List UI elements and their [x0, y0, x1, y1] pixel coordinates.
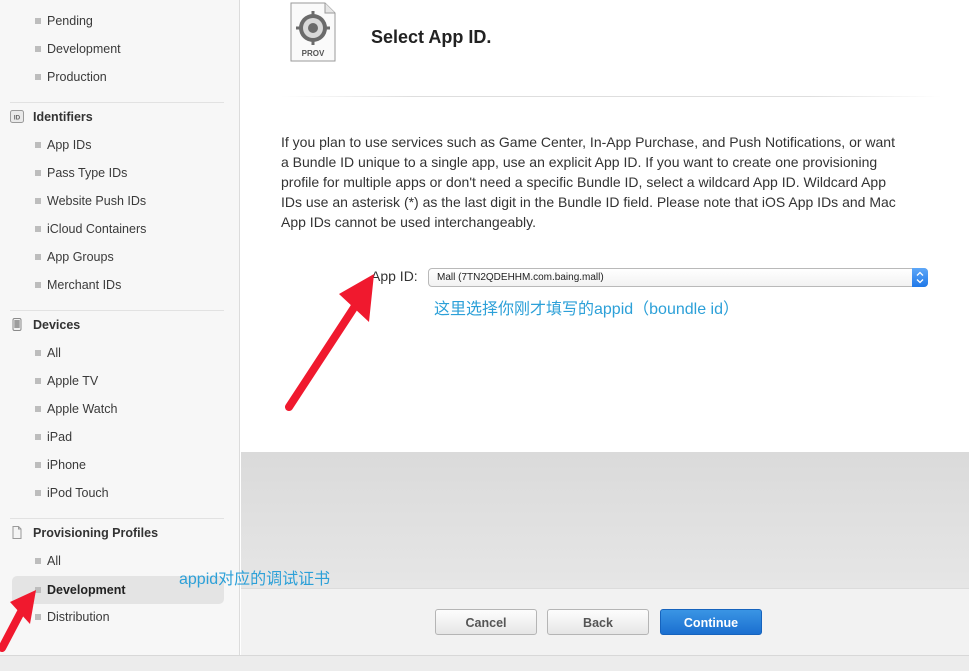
sidebar-item-development-cert[interactable]: Development — [12, 36, 224, 62]
sidebar-item-label: iPad — [47, 430, 73, 444]
sidebar-item-ipad[interactable]: iPad — [12, 424, 224, 450]
sidebar-item-label: iCloud Containers — [47, 222, 147, 236]
sidebar-item-icloud-containers[interactable]: iCloud Containers — [12, 216, 224, 242]
sidebar-item-label: Apple TV — [47, 374, 99, 388]
gray-band — [241, 452, 969, 588]
sidebar-header-label: Identifiers — [33, 110, 93, 124]
sidebar-item-label: Apple Watch — [47, 402, 118, 416]
bullet-icon — [35, 378, 41, 384]
bullet-icon — [35, 170, 41, 176]
title-divider — [281, 96, 941, 97]
bullet-icon — [35, 350, 41, 356]
bullet-icon — [35, 490, 41, 496]
provisioning-profile-icon: PROV — [290, 2, 336, 62]
bullet-icon — [35, 18, 41, 24]
phone-icon — [12, 318, 22, 331]
sidebar-header-identifiers: ID Identifiers — [10, 104, 225, 130]
annotation-dev-note: appid对应的调试证书 — [179, 571, 331, 588]
sidebar-item-merchant-ids[interactable]: Merchant IDs — [12, 272, 224, 298]
sidebar-item-label: iPhone — [47, 458, 86, 472]
bullet-icon — [35, 558, 41, 564]
sidebar-item-website-push-ids[interactable]: Website Push IDs — [12, 188, 224, 214]
sidebar-item-pass-type-ids[interactable]: Pass Type IDs — [12, 160, 224, 186]
sidebar-item-label: iPod Touch — [47, 486, 109, 500]
page-title: Select App ID. — [371, 27, 492, 47]
bullet-icon — [35, 434, 41, 440]
sidebar-item-label: Development — [47, 583, 126, 597]
bullet-icon — [35, 406, 41, 412]
bullet-icon — [35, 254, 41, 260]
sidebar-item-app-ids[interactable]: App IDs — [12, 132, 224, 158]
sidebar-item-label: Distribution — [47, 610, 110, 624]
bullet-icon — [35, 198, 41, 204]
red-arrow-annotation — [285, 274, 374, 411]
sidebar-header-provisioning-profiles: Provisioning Profiles — [10, 520, 225, 546]
back-button[interactable]: Back — [547, 609, 649, 635]
sidebar-item-label: Pass Type IDs — [47, 166, 128, 180]
sidebar-item-label: App IDs — [47, 138, 92, 152]
continue-button[interactable]: Continue — [660, 609, 762, 635]
sidebar-item-label: All — [47, 346, 61, 360]
sidebar-divider — [10, 310, 224, 311]
sidebar-header-label: Devices — [33, 318, 81, 332]
sidebar-item-iphone[interactable]: iPhone — [12, 452, 224, 478]
sidebar-item-apple-watch[interactable]: Apple Watch — [12, 396, 224, 422]
sidebar-item-label: Production — [47, 70, 107, 84]
sidebar-item-pending[interactable]: Pending — [12, 8, 224, 34]
id-badge-icon: ID — [10, 110, 24, 123]
main-content: PROV Select App ID. If you plan to use s… — [241, 0, 969, 671]
sidebar-item-label: App Groups — [47, 250, 114, 264]
bottom-strip — [0, 655, 969, 671]
svg-text:ID: ID — [14, 114, 21, 121]
bullet-icon — [35, 282, 41, 288]
sidebar-item-label: Pending — [47, 14, 93, 28]
sidebar-item-profiles-distribution[interactable]: Distribution — [12, 604, 224, 630]
annotation-appid-note: 这里选择你刚才填写的appid（boundle id） — [434, 301, 739, 318]
bullet-icon — [35, 226, 41, 232]
red-arrow-annotation — [0, 590, 36, 652]
bullet-icon — [35, 46, 41, 52]
bullet-icon — [35, 462, 41, 468]
sidebar-item-apple-tv[interactable]: Apple TV — [12, 368, 224, 394]
sidebar-item-label: Website Push IDs — [47, 194, 147, 208]
sidebar-divider — [10, 102, 224, 103]
app-id-selected-value: Mall (7TN2QDEHHM.com.baing.mall) — [437, 272, 604, 283]
description-text: If you plan to use services such as Game… — [281, 134, 896, 230]
document-icon — [12, 526, 22, 539]
app-id-select[interactable]: Mall (7TN2QDEHHM.com.baing.mall) — [428, 268, 928, 287]
sidebar-item-app-groups[interactable]: App Groups — [12, 244, 224, 270]
sidebar-item-label: All — [47, 554, 61, 568]
sidebar-divider — [10, 518, 224, 519]
sidebar-item-label: Merchant IDs — [47, 278, 122, 292]
select-stepper-icon[interactable] — [912, 268, 928, 287]
sidebar-item-ipod-touch[interactable]: iPod Touch — [12, 480, 224, 506]
prov-icon-label: PROV — [302, 49, 325, 58]
sidebar-item-label: Development — [47, 42, 121, 56]
sidebar-header-label: Provisioning Profiles — [33, 526, 159, 540]
sidebar-header-devices: Devices — [10, 312, 225, 338]
cancel-button[interactable]: Cancel — [435, 609, 537, 635]
sidebar-item-production[interactable]: Production — [12, 64, 224, 90]
bullet-icon — [35, 74, 41, 80]
bullet-icon — [35, 142, 41, 148]
sidebar-item-devices-all[interactable]: All — [12, 340, 224, 366]
